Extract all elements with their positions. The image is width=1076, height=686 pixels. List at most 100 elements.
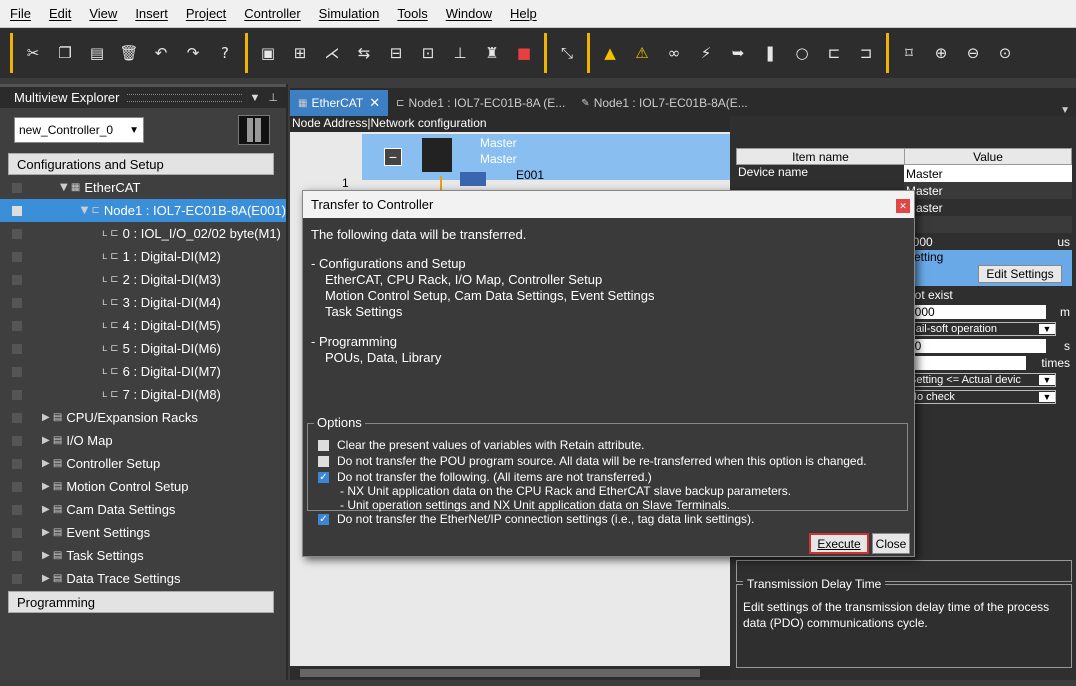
zoom-100-icon[interactable]: ⊙ [991,38,1019,68]
menu-help[interactable]: Help [510,6,537,21]
tree-item[interactable]: ▶ ▤ Event Settings [0,521,286,544]
section-programming[interactable]: Programming [8,591,274,613]
tab-ethercat[interactable]: ▦ EtherCAT ✕ [290,90,389,116]
menu-edit[interactable]: Edit [49,6,71,21]
execute-button[interactable]: Execute [809,533,869,554]
tab-node1-edit[interactable]: ✎ Node1 : IOL7-EC01B-8A(E... [573,90,755,116]
stop-icon[interactable]: ■ [510,38,538,68]
tree-item[interactable]: ʟ ⊏ 5 : Digital-DI(M6) [0,337,286,360]
monitor-icon[interactable]: ⊡ [414,38,442,68]
unlink-icon[interactable]: ⚡ [692,38,720,68]
value-input[interactable]: 1000 [906,304,1046,319]
menu-tools[interactable]: Tools [397,6,427,21]
edit-settings-button[interactable]: Edit Settings [978,265,1062,283]
tree-item[interactable]: ʟ ⊏ 4 : Digital-DI(M5) [0,314,286,337]
close-button[interactable]: Close [872,533,910,554]
online-icon[interactable]: ⋌ [318,38,346,68]
redo-icon[interactable]: ↷ [179,38,207,68]
tree-item[interactable]: ʟ ⊏ 0 : IOL_I/O_02/02 byte(M1) [0,222,286,245]
fit-icon[interactable]: ⌑ [895,38,923,68]
close-icon[interactable]: ✕ [369,95,380,111]
value-input[interactable]: 2 [906,355,1026,370]
compare-icon[interactable]: ⊟ [382,38,410,68]
option-no-pou-source[interactable]: Do not transfer the POU program source. … [318,454,867,468]
menu-project[interactable]: Project [186,6,226,21]
tree-item[interactable]: ʟ ⊏ 7 : Digital-DI(M8) [0,383,286,406]
checkbox-checked[interactable]: ✓ [318,513,329,525]
cut-icon[interactable]: ✂ [19,38,47,68]
undo-icon[interactable]: ↶ [147,38,175,68]
tree-node-icon: ▶ ▤ [42,504,63,515]
tree-item[interactable]: ʟ ⊏ 6 : Digital-DI(M7) [0,360,286,383]
zoom-out-icon[interactable]: ⊖ [959,38,987,68]
option-no-transfer-following[interactable]: ✓ Do not transfer the following. (All it… [318,470,652,484]
checkbox-checked[interactable]: ✓ [318,471,329,483]
menu-view[interactable]: View [89,6,117,21]
value-input[interactable]: 30 [906,338,1046,353]
disconnect-icon[interactable]: ⊐ [852,38,880,68]
checkbox[interactable] [318,439,329,451]
clear-warning-icon[interactable]: ⚠ [628,38,656,68]
tree-item[interactable]: ▶ ▤ CPU/Expansion Racks [0,406,286,429]
revision-check-select[interactable]: Setting <= Actual devic ▼ [906,372,1056,387]
step-icon[interactable]: ➥ [724,38,752,68]
dropdown-icon[interactable]: ▼ [250,92,261,104]
tree-item[interactable]: ▶ ▤ Cam Data Settings [0,498,286,521]
item-marker-icon [12,528,22,538]
menu-window[interactable]: Window [446,6,492,21]
tree-item[interactable]: ʟ ⊏ 1 : Digital-DI(M2) [0,245,286,268]
node-icon: ⊏ [396,97,405,109]
tree-item[interactable]: ▼ ⊏ Node1 : IOL7-EC01B-8A(E001) [0,199,286,222]
multiview-explorer: Multiview Explorer ▼ ⊥ new_Controller_0 … [0,84,288,680]
transfer-icon[interactable]: ⇆ [350,38,378,68]
tree-item[interactable]: ▶ ▤ Data Trace Settings [0,567,286,590]
network-icon[interactable]: ⊥ [446,38,474,68]
menu-file[interactable]: File [10,6,31,21]
paste-icon[interactable]: ▤ [83,38,111,68]
serial-check-select[interactable]: No check ▼ [906,389,1056,404]
horizontal-scrollbar[interactable] [290,666,730,680]
menu-insert[interactable]: Insert [135,6,168,21]
tree-item[interactable]: ▶ ▤ Motion Control Setup [0,475,286,498]
section-configurations[interactable]: Configurations and Setup [8,153,274,175]
option-no-ethernetip[interactable]: ✓ Do not transfer the EtherNet/IP connec… [318,512,754,526]
delete-icon[interactable]: 🗑 [115,38,143,68]
operation-select[interactable]: Fail-soft operation ▼ [906,321,1056,336]
tree-item[interactable]: ʟ ⊏ 2 : Digital-DI(M3) [0,268,286,291]
tree-node-icon: ʟ ⊏ [102,320,119,331]
slave-device-icon[interactable] [460,172,486,186]
refresh-icon[interactable]: ○ [788,38,816,68]
link-icon[interactable]: ∞ [660,38,688,68]
collapse-icon[interactable]: − [384,148,402,166]
tree-item[interactable]: ▶ ▤ I/O Map [0,429,286,452]
pin-icon[interactable]: ⊥ [268,91,278,104]
controller-select[interactable]: new_Controller_0 ▼ [14,117,144,143]
plc-icon [422,138,452,172]
pause-icon[interactable]: ❚ [756,38,784,68]
description-box: Transmission Delay Time Edit settings of… [736,577,1072,668]
tree-node-icon: ▶ ▤ [42,458,63,469]
copy-icon[interactable]: ❐ [51,38,79,68]
cross-reference-icon[interactable]: ⤡ [553,38,581,68]
master-node[interactable]: − Master Master [362,134,732,180]
build-icon[interactable]: ⊞ [286,38,314,68]
warning-icon[interactable]: ▲ [596,38,624,68]
tree-node-icon: ▶ ▤ [42,527,63,538]
tree-item[interactable]: ▶ ▤ Task Settings [0,544,286,567]
zoom-in-icon[interactable]: ⊕ [927,38,955,68]
tab-node1-io[interactable]: ⊏ Node1 : IOL7-EC01B-8A (E... [388,90,573,116]
tab-list-icon[interactable]: ▼ [1060,105,1076,116]
device-name-input[interactable]: Master [904,165,1072,182]
checkbox[interactable] [318,455,329,467]
option-clear-retain[interactable]: Clear the present values of variables wi… [318,438,645,452]
find-icon[interactable]: ♜ [478,38,506,68]
tree-item[interactable]: ▶ ▤ Controller Setup [0,452,286,475]
menu-simulation[interactable]: Simulation [319,6,380,21]
connect-icon[interactable]: ⊏ [820,38,848,68]
tree-item[interactable]: ▼ ▦ EtherCAT [0,176,286,199]
help-icon[interactable]: ? [211,38,239,68]
3d-view-icon[interactable]: ▣ [254,38,282,68]
menu-controller[interactable]: Controller [244,6,300,21]
close-icon[interactable]: ✕ [896,199,910,213]
tree-item[interactable]: ʟ ⊏ 3 : Digital-DI(M4) [0,291,286,314]
